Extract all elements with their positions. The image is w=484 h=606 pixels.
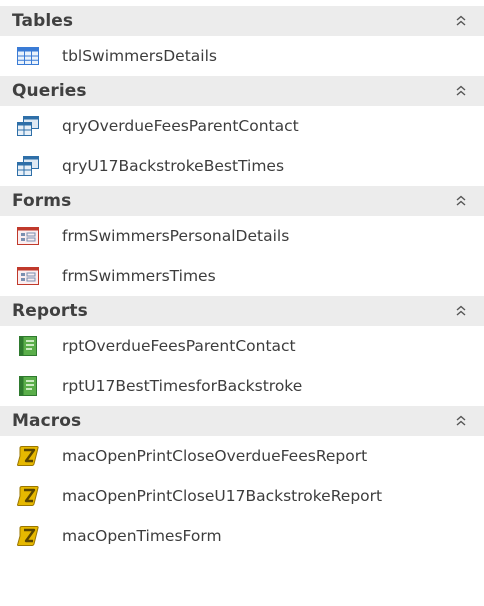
table-icon xyxy=(16,45,40,67)
nav-item-label: macOpenPrintCloseOverdueFeesReport xyxy=(62,447,368,465)
nav-item-label: rptU17BestTimesforBackstroke xyxy=(62,377,303,395)
collapse-chevron-icon[interactable] xyxy=(454,414,468,428)
nav-item-label: frmSwimmersPersonalDetails xyxy=(62,227,290,245)
group-title: Macros xyxy=(12,411,82,431)
nav-item-macro[interactable]: macOpenPrintCloseU17BackstrokeReport xyxy=(0,476,484,516)
group-title: Forms xyxy=(12,191,72,211)
nav-item-form[interactable]: frmSwimmersPersonalDetails xyxy=(0,216,484,256)
group-header-forms[interactable]: Forms xyxy=(0,186,484,216)
group-header-reports[interactable]: Reports xyxy=(0,296,484,326)
nav-item-label: macOpenTimesForm xyxy=(62,527,222,545)
group-title: Reports xyxy=(12,301,88,321)
form-icon xyxy=(16,225,40,247)
collapse-chevron-icon[interactable] xyxy=(454,84,468,98)
query-icon xyxy=(16,155,40,177)
nav-item-label: tblSwimmersDetails xyxy=(62,47,217,65)
nav-item-label: rptOverdueFeesParentContact xyxy=(62,337,296,355)
macro-icon xyxy=(16,485,40,507)
nav-item-report[interactable]: rptOverdueFeesParentContact xyxy=(0,326,484,366)
nav-item-table[interactable]: tblSwimmersDetails xyxy=(0,36,484,76)
nav-item-form[interactable]: frmSwimmersTimes xyxy=(0,256,484,296)
group-header-macros[interactable]: Macros xyxy=(0,406,484,436)
collapse-chevron-icon[interactable] xyxy=(454,304,468,318)
nav-item-label: frmSwimmersTimes xyxy=(62,267,216,285)
report-icon xyxy=(16,335,40,357)
nav-item-label: qryU17BackstrokeBestTimes xyxy=(62,157,285,175)
group-title: Tables xyxy=(12,11,74,31)
navigation-pane: Tables tblSwimmersDetails Queries qryOve… xyxy=(0,0,484,606)
form-icon xyxy=(16,265,40,287)
nav-item-report[interactable]: rptU17BestTimesforBackstroke xyxy=(0,366,484,406)
nav-item-label: qryOverdueFeesParentContact xyxy=(62,117,299,135)
nav-item-macro[interactable]: macOpenTimesForm xyxy=(0,516,484,556)
nav-item-macro[interactable]: macOpenPrintCloseOverdueFeesReport xyxy=(0,436,484,476)
collapse-chevron-icon[interactable] xyxy=(454,194,468,208)
nav-item-query[interactable]: qryU17BackstrokeBestTimes xyxy=(0,146,484,186)
group-title: Queries xyxy=(12,81,87,101)
group-header-tables[interactable]: Tables xyxy=(0,6,484,36)
nav-item-query[interactable]: qryOverdueFeesParentContact xyxy=(0,106,484,146)
report-icon xyxy=(16,375,40,397)
macro-icon xyxy=(16,445,40,467)
collapse-chevron-icon[interactable] xyxy=(454,14,468,28)
macro-icon xyxy=(16,525,40,547)
group-header-queries[interactable]: Queries xyxy=(0,76,484,106)
nav-item-label: macOpenPrintCloseU17BackstrokeReport xyxy=(62,487,383,505)
query-icon xyxy=(16,115,40,137)
